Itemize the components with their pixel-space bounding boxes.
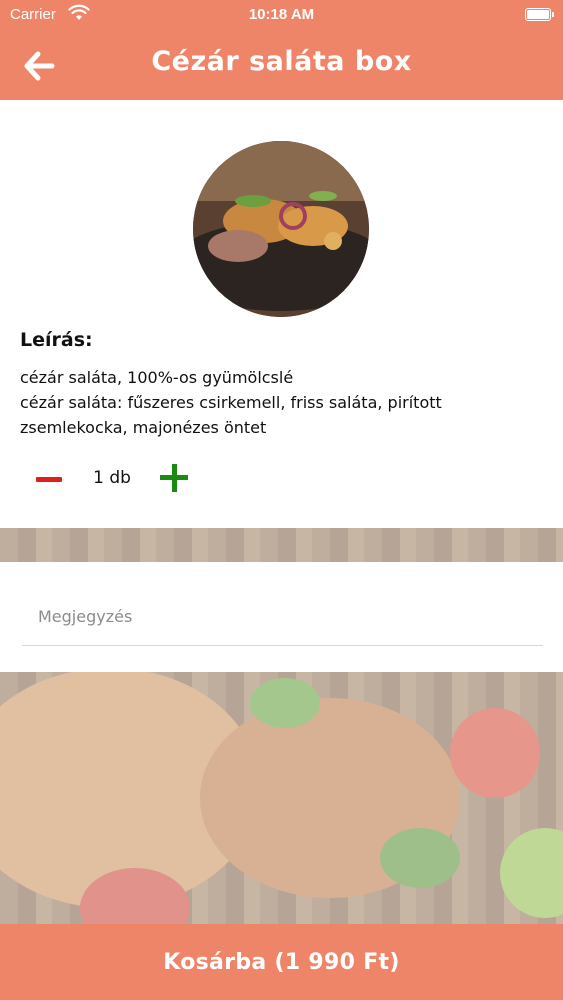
description-line: cézár saláta, 100%-os gyümölcslé xyxy=(20,368,294,387)
description-label: Leírás: xyxy=(20,329,93,351)
increase-quantity-button[interactable] xyxy=(160,464,188,492)
clock: 10:18 AM xyxy=(248,6,315,23)
page-title: Cézár saláta box xyxy=(151,46,412,77)
decrease-quantity-button[interactable] xyxy=(34,465,64,495)
product-detail: Leírás: cézár saláta, 100%-os gyümölcslé… xyxy=(0,100,563,528)
note-panel xyxy=(0,562,563,672)
description-line: cézár saláta: fűszeres csirkemell, friss… xyxy=(20,393,442,437)
battery-icon xyxy=(525,8,554,21)
status-bar: Carrier 10:18 AM xyxy=(0,0,563,30)
add-to-cart-label: Kosárba (1 990 Ft) xyxy=(163,949,400,975)
add-to-cart-button[interactable]: Kosárba (1 990 Ft) xyxy=(0,924,563,1000)
navigation-bar: Cézár saláta box xyxy=(0,30,563,100)
description-text: cézár saláta, 100%-os gyümölcslé cézár s… xyxy=(20,365,540,440)
quantity-value: 1 db xyxy=(93,468,131,488)
note-input[interactable] xyxy=(22,600,543,646)
dish-photo xyxy=(193,141,369,317)
